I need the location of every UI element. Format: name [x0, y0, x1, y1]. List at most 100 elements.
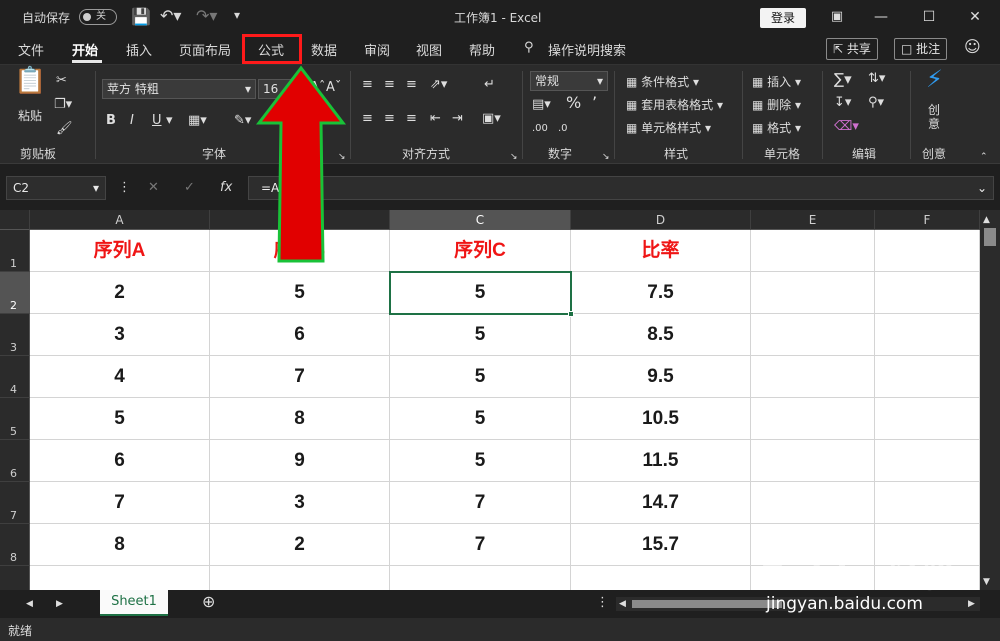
column-header-a[interactable]: A — [30, 210, 210, 230]
find-select-icon[interactable]: ⚲▾ — [868, 95, 884, 111]
header-cell[interactable]: 序列B — [210, 230, 390, 272]
row-header-1[interactable]: 1 — [0, 230, 30, 272]
column-header-c[interactable]: C — [390, 210, 571, 230]
table-cell[interactable] — [875, 356, 980, 398]
paste-label[interactable]: 粘贴 — [18, 107, 42, 124]
sort-filter-icon[interactable]: ⇅▾ — [868, 71, 885, 87]
confirm-entry-icon[interactable]: ✓ — [184, 180, 195, 196]
table-cell[interactable]: 11.5 — [571, 440, 751, 482]
column-header-f[interactable]: F — [875, 210, 980, 230]
row-header-2[interactable]: 2 — [0, 272, 30, 314]
insert-function-icon[interactable]: fx — [220, 180, 232, 196]
increase-indent-icon[interactable]: ⇥ — [452, 111, 463, 127]
collapse-ribbon-icon[interactable]: ⌃ — [980, 149, 988, 165]
row-header-8[interactable]: 8 — [0, 524, 30, 566]
table-cell[interactable]: 5 — [210, 272, 390, 314]
ribbon-display-icon[interactable]: ▣ — [822, 6, 852, 28]
table-cell[interactable]: 14.7 — [571, 482, 751, 524]
header-cell[interactable]: 序列C — [390, 230, 571, 272]
insert-cells-button[interactable]: ▦ 插入 ▾ — [752, 73, 801, 90]
font-color-icon[interactable]: A — [268, 113, 277, 129]
alignment-dialog-launcher-icon[interactable]: ↘ — [510, 149, 518, 165]
autosum-icon[interactable]: ∑▾ — [834, 71, 852, 87]
tell-me-search[interactable]: 操作说明搜索 — [548, 40, 626, 59]
table-cell[interactable]: 7 — [390, 482, 571, 524]
conditional-format-button[interactable]: ▦ 条件格式 ▾ — [626, 73, 699, 90]
designer-button-label[interactable]: 创 意 — [928, 103, 940, 131]
table-cell[interactable]: 2 — [210, 524, 390, 566]
column-header-b[interactable]: B — [210, 210, 390, 230]
redo-icon[interactable]: ↷▾ — [196, 6, 217, 25]
cut-icon[interactable]: ✂ — [56, 73, 67, 89]
row-header-3[interactable]: 3 — [0, 314, 30, 356]
smiley-icon[interactable]: ☺ — [964, 39, 981, 55]
column-header-e[interactable]: E — [751, 210, 875, 230]
align-bottom-icon[interactable]: ≡ — [406, 77, 417, 93]
table-cell[interactable]: 5 — [390, 398, 571, 440]
fill-handle[interactable] — [568, 311, 574, 317]
add-sheet-icon[interactable]: ⊕ — [202, 594, 215, 610]
table-cell[interactable]: 6 — [30, 440, 210, 482]
save-icon[interactable]: 💾 — [131, 7, 151, 26]
format-as-table-button[interactable]: ▦ 套用表格格式 ▾ — [626, 96, 723, 113]
orientation-icon[interactable]: ⇗▾ — [430, 77, 447, 93]
scroll-left-icon[interactable]: ◀ — [619, 596, 626, 612]
table-cell[interactable] — [875, 398, 980, 440]
table-cell[interactable] — [751, 482, 875, 524]
decrease-indent-icon[interactable]: ⇤ — [430, 111, 441, 127]
tab-help[interactable]: 帮助 — [469, 40, 495, 59]
font-size-select[interactable]: 16 ▾ — [258, 79, 304, 99]
table-cell[interactable]: 7 — [390, 524, 571, 566]
tab-review[interactable]: 审阅 — [364, 40, 390, 59]
horizontal-scroll-thumb[interactable] — [632, 600, 782, 608]
more-options-icon[interactable]: ⋮ — [118, 180, 131, 196]
tab-file[interactable]: 文件 — [18, 40, 44, 59]
decrease-font-icon[interactable]: Aˇ — [326, 80, 341, 96]
share-button[interactable]: ⇱ 共享 — [826, 38, 878, 60]
tab-data[interactable]: 数据 — [311, 40, 337, 59]
prev-sheet-icon[interactable]: ◀ — [26, 596, 33, 612]
row-header-6[interactable]: 6 — [0, 440, 30, 482]
table-cell[interactable] — [875, 314, 980, 356]
italic-button[interactable]: I — [130, 113, 134, 129]
font-color-dropdown-icon[interactable]: ▾ — [330, 113, 337, 129]
table-cell[interactable] — [751, 356, 875, 398]
tab-home[interactable]: 开始 — [72, 40, 98, 59]
align-middle-icon[interactable]: ≡ — [384, 77, 395, 93]
table-cell[interactable]: 7.5 — [571, 272, 751, 314]
delete-cells-button[interactable]: ▦ 删除 ▾ — [752, 96, 801, 113]
table-cell[interactable] — [751, 440, 875, 482]
table-cell[interactable]: 9.5 — [571, 356, 751, 398]
table-cell[interactable] — [390, 566, 571, 590]
wrap-text-icon[interactable]: ↵ — [484, 77, 495, 93]
table-cell[interactable] — [751, 398, 875, 440]
cell-styles-button[interactable]: ▦ 单元格样式 ▾ — [626, 119, 711, 136]
sheet-tab-sheet1[interactable]: Sheet1 — [100, 590, 168, 616]
row-header-5[interactable]: 5 — [0, 398, 30, 440]
table-cell[interactable]: 5 — [390, 356, 571, 398]
table-cell[interactable] — [571, 566, 751, 590]
table-cell[interactable] — [751, 272, 875, 314]
scroll-up-icon[interactable]: ▲ — [983, 212, 990, 228]
customize-qat-icon[interactable]: ▾ — [234, 8, 240, 22]
maximize-icon[interactable]: ☐ — [914, 6, 944, 28]
underline-dropdown-icon[interactable]: ▾ — [166, 113, 173, 129]
merge-center-icon[interactable]: ▣▾ — [482, 111, 501, 127]
table-cell[interactable]: 15.7 — [571, 524, 751, 566]
search-icon[interactable]: ⚲ — [524, 40, 534, 55]
font-dialog-launcher-icon[interactable]: ↘ — [338, 149, 346, 165]
row-header-7[interactable]: 7 — [0, 482, 30, 524]
fill-icon[interactable]: ↧▾ — [834, 95, 851, 111]
autosave-toggle[interactable]: 关 — [79, 9, 117, 25]
undo-icon[interactable]: ↶▾ — [160, 6, 181, 25]
tab-insert[interactable]: 插入 — [126, 40, 152, 59]
table-cell[interactable]: 7 — [210, 356, 390, 398]
row-header-9[interactable]: 9 — [0, 566, 30, 590]
align-center-icon[interactable]: ≡ — [384, 111, 395, 127]
table-cell[interactable] — [875, 482, 980, 524]
table-cell[interactable]: 6 — [210, 314, 390, 356]
table-cell[interactable] — [751, 314, 875, 356]
tab-page-layout[interactable]: 页面布局 — [179, 40, 231, 59]
scroll-right-icon[interactable]: ▶ — [968, 596, 975, 612]
table-cell[interactable]: 3 — [210, 482, 390, 524]
